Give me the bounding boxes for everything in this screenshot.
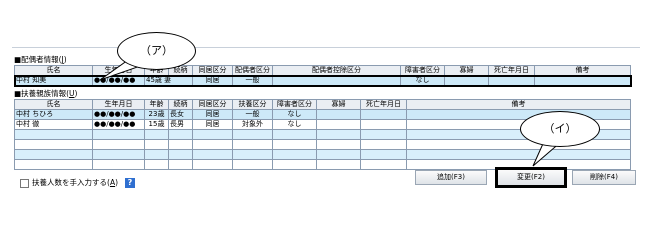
callout-a: （ア） — [117, 32, 196, 70]
callout-tails — [99, 59, 564, 167]
callout-i: （イ） — [520, 111, 600, 147]
callout-a-text: （ア） — [140, 44, 173, 57]
callout-i-text: （イ） — [543, 122, 577, 135]
